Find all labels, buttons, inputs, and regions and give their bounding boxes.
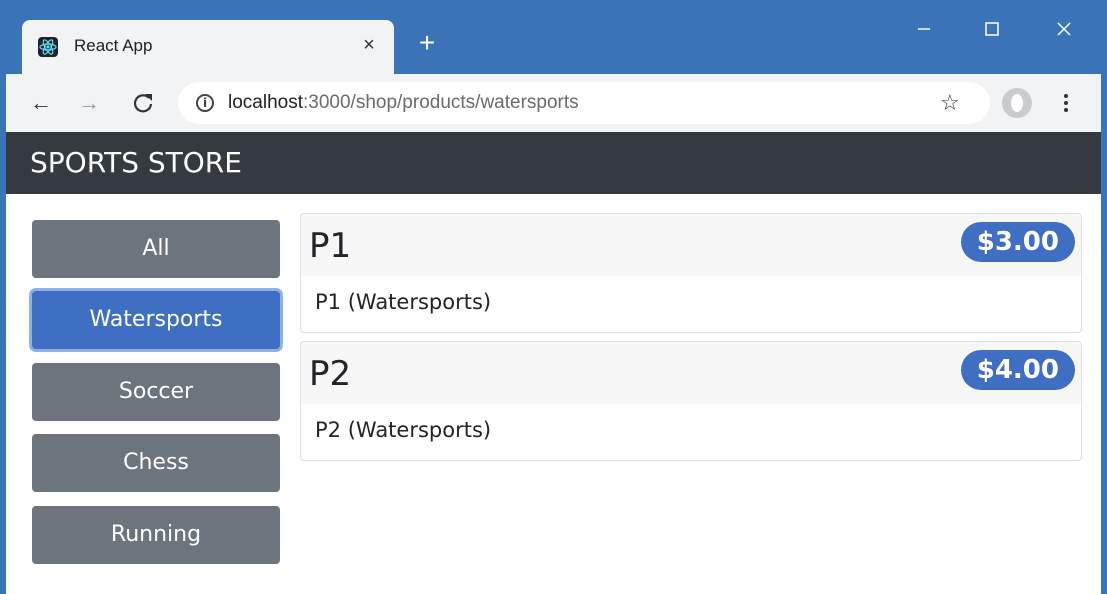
product-description: P2 (Watersports) [315, 418, 492, 442]
page-viewport: SPORTS STORE All Watersports Soccer Ches… [6, 132, 1101, 594]
url-host: localhost [228, 92, 303, 113]
maximize-button[interactable] [972, 14, 1012, 44]
browser-toolbar: ← → i localhost:3000/shop/products/water… [6, 74, 1101, 132]
category-button-watersports[interactable]: Watersports [32, 291, 280, 349]
tab-title: React App [74, 36, 153, 55]
category-button-running[interactable]: Running [32, 506, 280, 564]
product-description: P1 (Watersports) [315, 290, 492, 314]
product-card: P2 $4.00 P2 (Watersports) [300, 341, 1082, 461]
product-name: P1 [309, 226, 352, 266]
product-card-header: P2 $4.00 [301, 342, 1081, 404]
new-tab-icon[interactable]: + [414, 29, 440, 57]
browser-window: React App × + ← → i localhost:3000/shop/… [0, 0, 1107, 594]
profile-icon[interactable] [1002, 88, 1032, 118]
category-button-all[interactable]: All [32, 220, 280, 278]
close-tab-icon[interactable]: × [358, 34, 380, 56]
title-bar: React App × + [0, 0, 1107, 74]
reload-icon[interactable] [130, 90, 156, 116]
info-icon[interactable]: i [196, 94, 214, 112]
price-badge: $4.00 [960, 350, 1075, 390]
star-icon[interactable]: ☆ [940, 90, 960, 116]
price-badge: $3.00 [960, 222, 1075, 262]
product-card-header: P1 $3.00 [301, 214, 1081, 276]
minimize-button[interactable] [904, 14, 944, 44]
url-text[interactable]: localhost:3000/shop/products/watersports [228, 92, 579, 114]
back-arrow-icon[interactable]: ← [28, 90, 54, 116]
product-name: P2 [309, 354, 352, 394]
product-card: P1 $3.00 P1 (Watersports) [300, 213, 1082, 333]
brand-title: SPORTS STORE [30, 146, 242, 179]
close-window-button[interactable] [1044, 14, 1084, 44]
url-path: :3000/shop/products/watersports [303, 92, 579, 113]
category-button-chess[interactable]: Chess [32, 434, 280, 492]
address-bar[interactable]: i localhost:3000/shop/products/waterspor… [178, 82, 990, 124]
category-button-soccer[interactable]: Soccer [32, 363, 280, 421]
forward-arrow-icon[interactable]: → [76, 90, 102, 116]
react-favicon-icon [38, 37, 58, 57]
menu-icon[interactable] [1056, 88, 1076, 118]
app-navbar: SPORTS STORE [6, 132, 1101, 194]
browser-tab[interactable]: React App × [22, 20, 394, 74]
